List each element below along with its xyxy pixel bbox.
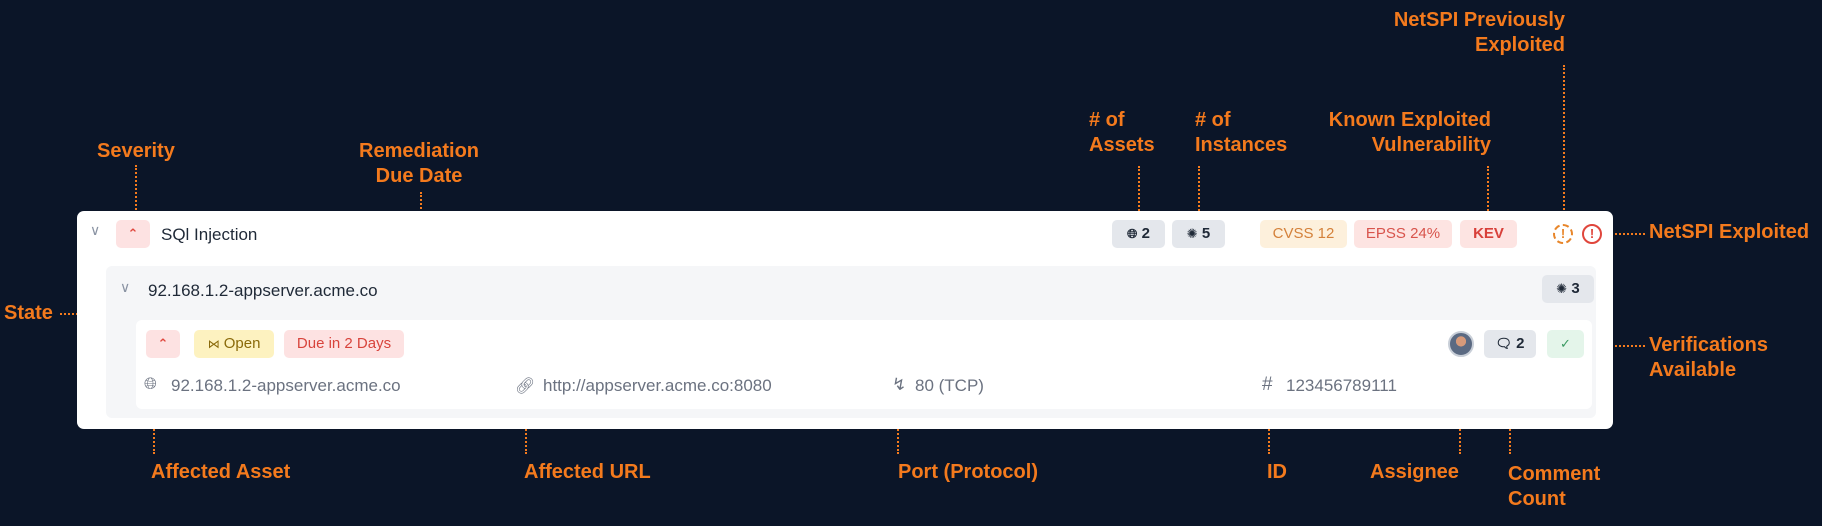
link-icon: 🔗︎ bbox=[515, 378, 536, 395]
instance-id: 123456789111 bbox=[1286, 376, 1397, 395]
annotation-state: State bbox=[4, 302, 53, 324]
leader-kev bbox=[1487, 166, 1489, 215]
annotation-port-protocol: Port (Protocol) bbox=[898, 461, 1038, 483]
leader-instances bbox=[1198, 166, 1200, 215]
instance-severity-badge: ⌃ bbox=[146, 330, 180, 358]
severity-badge: ⌃ bbox=[116, 220, 150, 248]
state-label: Open bbox=[223, 335, 261, 352]
assignee-avatar[interactable] bbox=[1448, 331, 1474, 357]
annotation-assignee: Assignee bbox=[1370, 461, 1459, 483]
asset-group-instances-badge[interactable]: ✺ 3 bbox=[1542, 275, 1594, 303]
previously-exploited-icon: ! bbox=[1553, 224, 1573, 244]
leader-severity bbox=[135, 165, 137, 213]
port-protocol: 80 (TCP) bbox=[915, 376, 984, 395]
bolt-icon: ↯ bbox=[892, 375, 907, 394]
annotation-remediation-due-date: Remediation Due Date bbox=[359, 140, 480, 187]
leader-assets bbox=[1138, 166, 1140, 215]
bug-icon: ✺ bbox=[1186, 226, 1198, 241]
affected-url[interactable]: http://appserver.acme.co:8080 bbox=[543, 376, 772, 396]
asset-group-name[interactable]: 92.168.1.2-appserver.acme.co bbox=[148, 281, 378, 301]
annotation-num-assets: # of Assets bbox=[1089, 109, 1155, 156]
assets-count: 2 bbox=[1141, 225, 1150, 242]
severity-critical-icon: ⌃ bbox=[127, 226, 139, 241]
annotation-netspi-previously-exploited: NetSPI Previously Exploited bbox=[1393, 9, 1565, 56]
verifications-badge[interactable]: ✓ bbox=[1547, 330, 1584, 358]
comment-count: 2 bbox=[1516, 335, 1525, 352]
annotation-num-instances: # of Instances bbox=[1195, 109, 1288, 156]
annotation-severity: Severity bbox=[97, 140, 175, 162]
affected-asset[interactable]: 92.168.1.2-appserver.acme.co bbox=[171, 376, 401, 396]
globe-icon: 🌐︎ bbox=[144, 376, 157, 393]
check-circle-icon: ✓ bbox=[1560, 336, 1571, 351]
chevron-down-icon[interactable]: ∨ bbox=[90, 222, 100, 239]
instances-count-badge[interactable]: ✺ 5 bbox=[1172, 220, 1225, 248]
annotation-id: ID bbox=[1267, 461, 1287, 483]
comment-count-badge[interactable]: 🗨︎ 2 bbox=[1484, 330, 1536, 358]
severity-critical-icon: ⌃ bbox=[157, 336, 169, 351]
exploited-icon: ! bbox=[1582, 224, 1602, 244]
comment-icon: 🗨︎ bbox=[1495, 336, 1512, 351]
annotation-affected-asset: Affected Asset bbox=[151, 461, 291, 483]
assets-count-badge[interactable]: 🌐︎ 2 bbox=[1112, 220, 1165, 248]
hash-icon: # bbox=[1262, 374, 1273, 395]
instances-count: 5 bbox=[1201, 225, 1211, 242]
asset-group-instances-count: 3 bbox=[1571, 280, 1580, 297]
annotation-affected-url: Affected URL bbox=[524, 461, 651, 483]
kev-badge: KEV bbox=[1460, 220, 1517, 248]
annotation-comment-count: Comment Count bbox=[1508, 463, 1601, 510]
epss-badge: EPSS 24% bbox=[1354, 220, 1452, 248]
bug-icon: ✺ bbox=[1556, 281, 1568, 296]
annotation-netspi-exploited: NetSPI Exploited bbox=[1649, 221, 1810, 243]
cvss-badge: CVSS 12 bbox=[1260, 220, 1347, 248]
finding-title[interactable]: SQl Injection bbox=[161, 225, 257, 245]
globe-icon: 🌐︎ bbox=[1127, 226, 1138, 241]
due-date-badge: Due in 2 Days bbox=[284, 330, 404, 358]
leader-previously-exploited bbox=[1563, 65, 1565, 222]
annotation-verifications-available: Verifications Available bbox=[1649, 334, 1768, 381]
annotation-known-exploited: Known Exploited Vulnerability bbox=[1328, 109, 1491, 156]
state-icon: ⋈ bbox=[207, 337, 220, 351]
chevron-down-icon[interactable]: ∨ bbox=[120, 279, 130, 296]
state-badge[interactable]: ⋈ Open bbox=[194, 330, 274, 358]
